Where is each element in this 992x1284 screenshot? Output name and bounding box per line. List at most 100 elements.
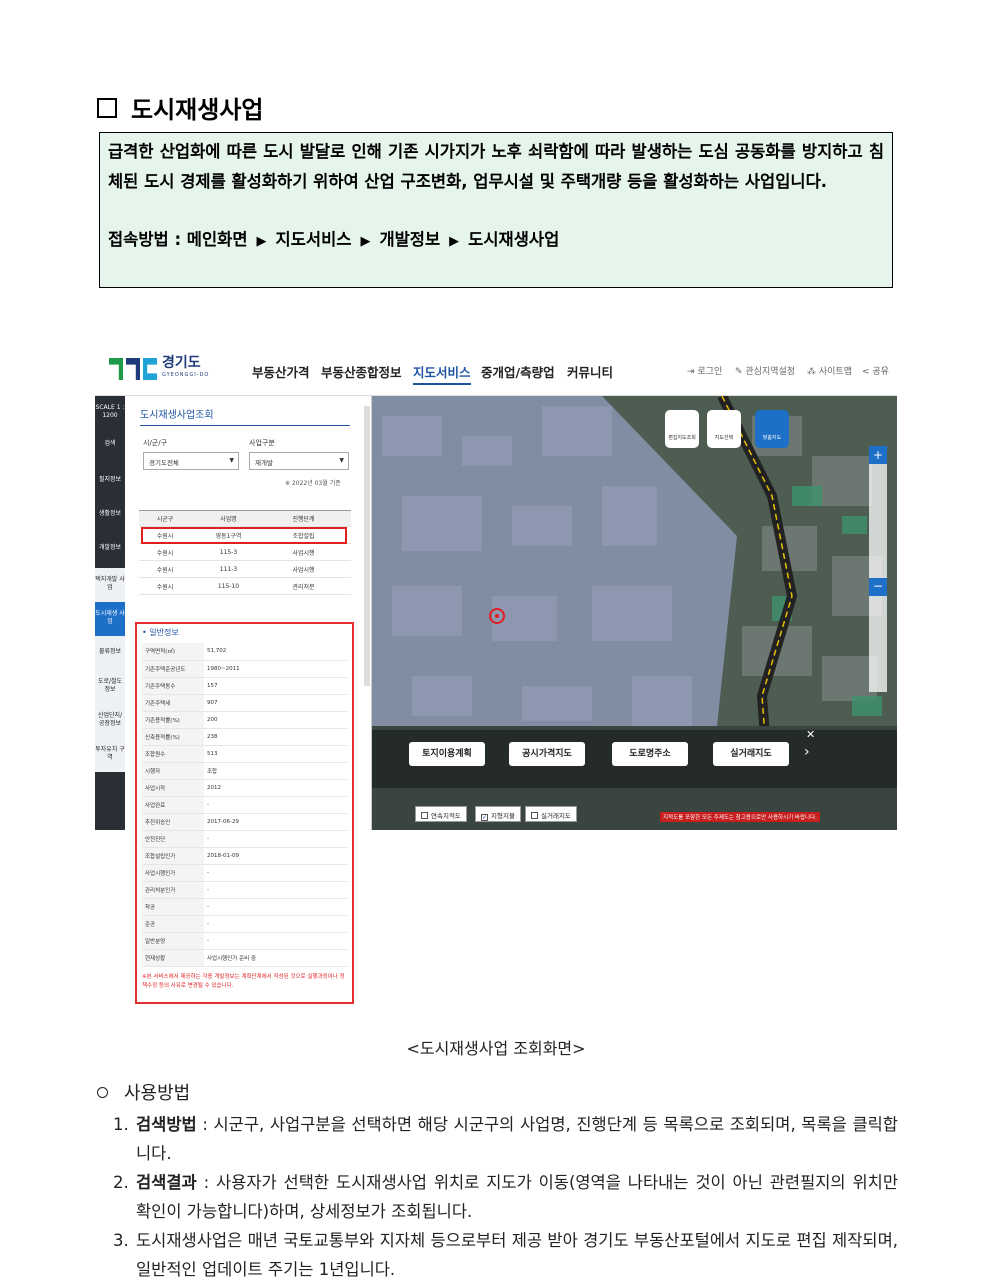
lnav-urban-regen[interactable]: 도시재생 사업 bbox=[95, 602, 125, 636]
gnb-item[interactable]: 부동산가격 bbox=[252, 362, 310, 381]
zoom-out-icon[interactable]: − bbox=[869, 578, 887, 596]
lnav-investment[interactable]: 투자유치 구역 bbox=[95, 738, 125, 772]
description-box: 급격한 산업화에 따른 도시 발달로 인해 기존 시가지가 노후 쇠락함에 따라… bbox=[99, 132, 893, 288]
general-info-key: 기존용적률(%) bbox=[142, 711, 204, 729]
land-use-plan-button[interactable]: 토지이용계획 bbox=[409, 742, 485, 766]
access-step: 도시재생사업 bbox=[468, 230, 560, 249]
general-info-row: 착공 - bbox=[142, 898, 347, 916]
general-info-row: 기존주택동수 157 bbox=[142, 677, 347, 695]
logo-mark-icon bbox=[109, 358, 157, 380]
list-header: 시군구 사업명 진행단계 bbox=[139, 510, 351, 527]
general-info-row: 사업완료 - bbox=[142, 796, 347, 814]
general-info-row: 일반분양 - bbox=[142, 932, 347, 950]
lnav-logistics[interactable]: 물류정보 bbox=[95, 636, 125, 670]
lnav-road-rail[interactable]: 도로/철도 정보 bbox=[95, 670, 125, 704]
map-warning: 지적도를 포함한 모든 주제도는 참고용으로만 사용하시기 바랍니다. bbox=[660, 812, 820, 822]
general-info-row: 사업시행인가 - bbox=[142, 864, 347, 882]
filter-label-city: 시/군/구 bbox=[143, 439, 168, 447]
list-row[interactable]: 수원시 115-10 관리처분 bbox=[139, 578, 351, 595]
list-row[interactable]: 수원시 115-3 사업시행 bbox=[139, 544, 351, 561]
general-info-key: 준공 bbox=[142, 915, 204, 933]
lnav-living[interactable]: 생활정보 bbox=[95, 510, 125, 518]
circle-bullet-icon bbox=[97, 1087, 108, 1098]
logo-name: 경기도 bbox=[162, 355, 201, 371]
general-info-key: 기존주택세 bbox=[142, 694, 204, 712]
general-info-key: 기존주택동수 bbox=[142, 677, 204, 695]
util-interest-area[interactable]: ✎ 관심지역설정 bbox=[735, 364, 795, 377]
list-row[interactable]: 수원시 111-3 사업시행 bbox=[139, 561, 351, 578]
general-info-value: 513 bbox=[204, 745, 347, 763]
real-transaction-map-button[interactable]: 실거래지도 bbox=[713, 742, 789, 766]
general-info-row: 관리처분인가 - bbox=[142, 881, 347, 899]
public-price-map-button[interactable]: 공시가격지도 bbox=[509, 742, 585, 766]
access-step: 개발정보 bbox=[379, 230, 441, 249]
general-info-value: - bbox=[204, 915, 347, 933]
check-transaction[interactable]: 실거래지도 bbox=[525, 806, 577, 822]
general-info-value: - bbox=[204, 830, 347, 848]
general-info-value: - bbox=[204, 932, 347, 950]
gnb-item[interactable]: 중개업/측량업 bbox=[481, 362, 555, 381]
general-info-value: 51,702 bbox=[204, 643, 347, 661]
left-nav: SCALE 1 : 1200 검색 필지정보 생활정보 개발정보 택지개발 사업… bbox=[95, 396, 125, 830]
lnav-industrial[interactable]: 산업단지/ 공장정보 bbox=[95, 704, 125, 738]
lnav-development[interactable]: 개발정보 bbox=[95, 544, 125, 552]
access-label: 접속방법 : 메인화면 bbox=[108, 230, 248, 249]
zoom-control[interactable]: + − bbox=[869, 446, 887, 692]
checkbox-square-icon bbox=[97, 97, 117, 118]
type-select[interactable]: 재개발 ▼ bbox=[249, 452, 349, 470]
portal-header: 경기도 GYEONGGI-DO 부동산가격 부동산종합정보 지도서비스 중개업/… bbox=[95, 346, 897, 396]
general-info-value: - bbox=[204, 898, 347, 916]
city-select[interactable]: 경기도전체 ▼ bbox=[143, 452, 239, 470]
general-info-value: 조합 bbox=[204, 762, 347, 780]
general-info-row: 신축용적률(%) 238 bbox=[142, 728, 347, 746]
general-info-value: 2012 bbox=[204, 779, 347, 797]
general-info-key: 일반분양 bbox=[142, 932, 204, 950]
general-info-row: 기존용적률(%) 200 bbox=[142, 711, 347, 729]
road-address-button[interactable]: 도로명주소 bbox=[612, 742, 688, 766]
util-sitemap[interactable]: ⁂ 사이트맵 bbox=[807, 364, 852, 377]
lnav-parcel[interactable]: 필지정보 bbox=[95, 476, 125, 484]
util-share[interactable]: < 공유 bbox=[862, 364, 889, 377]
gnb-item[interactable]: 부동산종합정보 bbox=[321, 362, 402, 381]
util-login[interactable]: ⇥ 로그인 bbox=[687, 364, 722, 377]
tool-custom-map[interactable]: 맞춤지도 bbox=[755, 410, 789, 448]
description-text: 급격한 산업화에 따른 도시 발달로 인해 기존 시가지가 노후 쇠락함에 따라… bbox=[108, 142, 884, 191]
general-info-key: 추진위승인 bbox=[142, 813, 204, 831]
tool-map-select[interactable]: 지도선택 bbox=[707, 410, 741, 448]
general-info-value: - bbox=[204, 864, 347, 882]
gyeonggi-logo[interactable]: 경기도 GYEONGGI-DO bbox=[109, 355, 210, 381]
general-info-key: 사업시작 bbox=[142, 779, 204, 797]
zoom-in-icon[interactable]: + bbox=[869, 446, 887, 464]
lnav-search[interactable]: 검색 bbox=[95, 440, 125, 448]
general-info-value: 1980~2011 bbox=[204, 660, 347, 678]
logo-sub: GYEONGGI-DO bbox=[162, 372, 210, 378]
project-list: 시군구 사업명 진행단계 수원시 영동1구역 조합설립 수원시 115-3 사업시행 수원시… bbox=[139, 510, 351, 595]
chevron-right-icon[interactable]: › bbox=[804, 744, 810, 760]
general-info-key: 시행자 bbox=[142, 762, 204, 780]
figure-caption: <도시재생사업 조회화면> bbox=[406, 1039, 586, 1058]
gnb-item-active[interactable]: 지도서비스 bbox=[413, 362, 471, 385]
access-path: 접속방법 : 메인화면 ▶ 지도서비스 ▶ 개발정보 ▶ 도시재생사업 bbox=[108, 225, 884, 257]
check-topography[interactable]: ✓ 지형지물 bbox=[475, 806, 521, 822]
general-info-key: 사업시행인가 bbox=[142, 864, 204, 882]
general-info-row: 사업시작 2012 bbox=[142, 779, 347, 797]
general-info-value: 2017-06-29 bbox=[204, 813, 347, 831]
close-icon[interactable]: ✕ bbox=[806, 728, 815, 741]
general-info-title: • 일반정보 bbox=[142, 628, 179, 637]
general-info-key: 조합설립인가 bbox=[142, 847, 204, 865]
check-cadastral[interactable]: 연속지적도 bbox=[415, 806, 467, 822]
general-info-key: 신축용적률(%) bbox=[142, 728, 204, 746]
general-info-row: 현재상황 사업시행인가 준비 중 bbox=[142, 949, 347, 967]
general-info-row: 추진위승인 2017-06-29 bbox=[142, 813, 347, 831]
gnb-item[interactable]: 커뮤니티 bbox=[567, 362, 613, 381]
general-info-key: 안전진단 bbox=[142, 830, 204, 848]
general-info-row: 시행자 조합 bbox=[142, 762, 347, 780]
general-info-value: 2018-01-09 bbox=[204, 847, 347, 865]
general-info-key: 기존주택준공년도 bbox=[142, 660, 204, 678]
lnav-housing-site[interactable]: 택지개발 사업 bbox=[95, 568, 125, 602]
general-info-value: - bbox=[204, 796, 347, 814]
standard-date-note: ※ 2022년 03월 기준 bbox=[285, 480, 341, 487]
tool-cadastral-view[interactable]: 편집지도조회 bbox=[665, 410, 699, 448]
scale-indicator: SCALE 1 : 1200 bbox=[95, 404, 125, 419]
panel-scrollbar[interactable] bbox=[364, 406, 370, 686]
